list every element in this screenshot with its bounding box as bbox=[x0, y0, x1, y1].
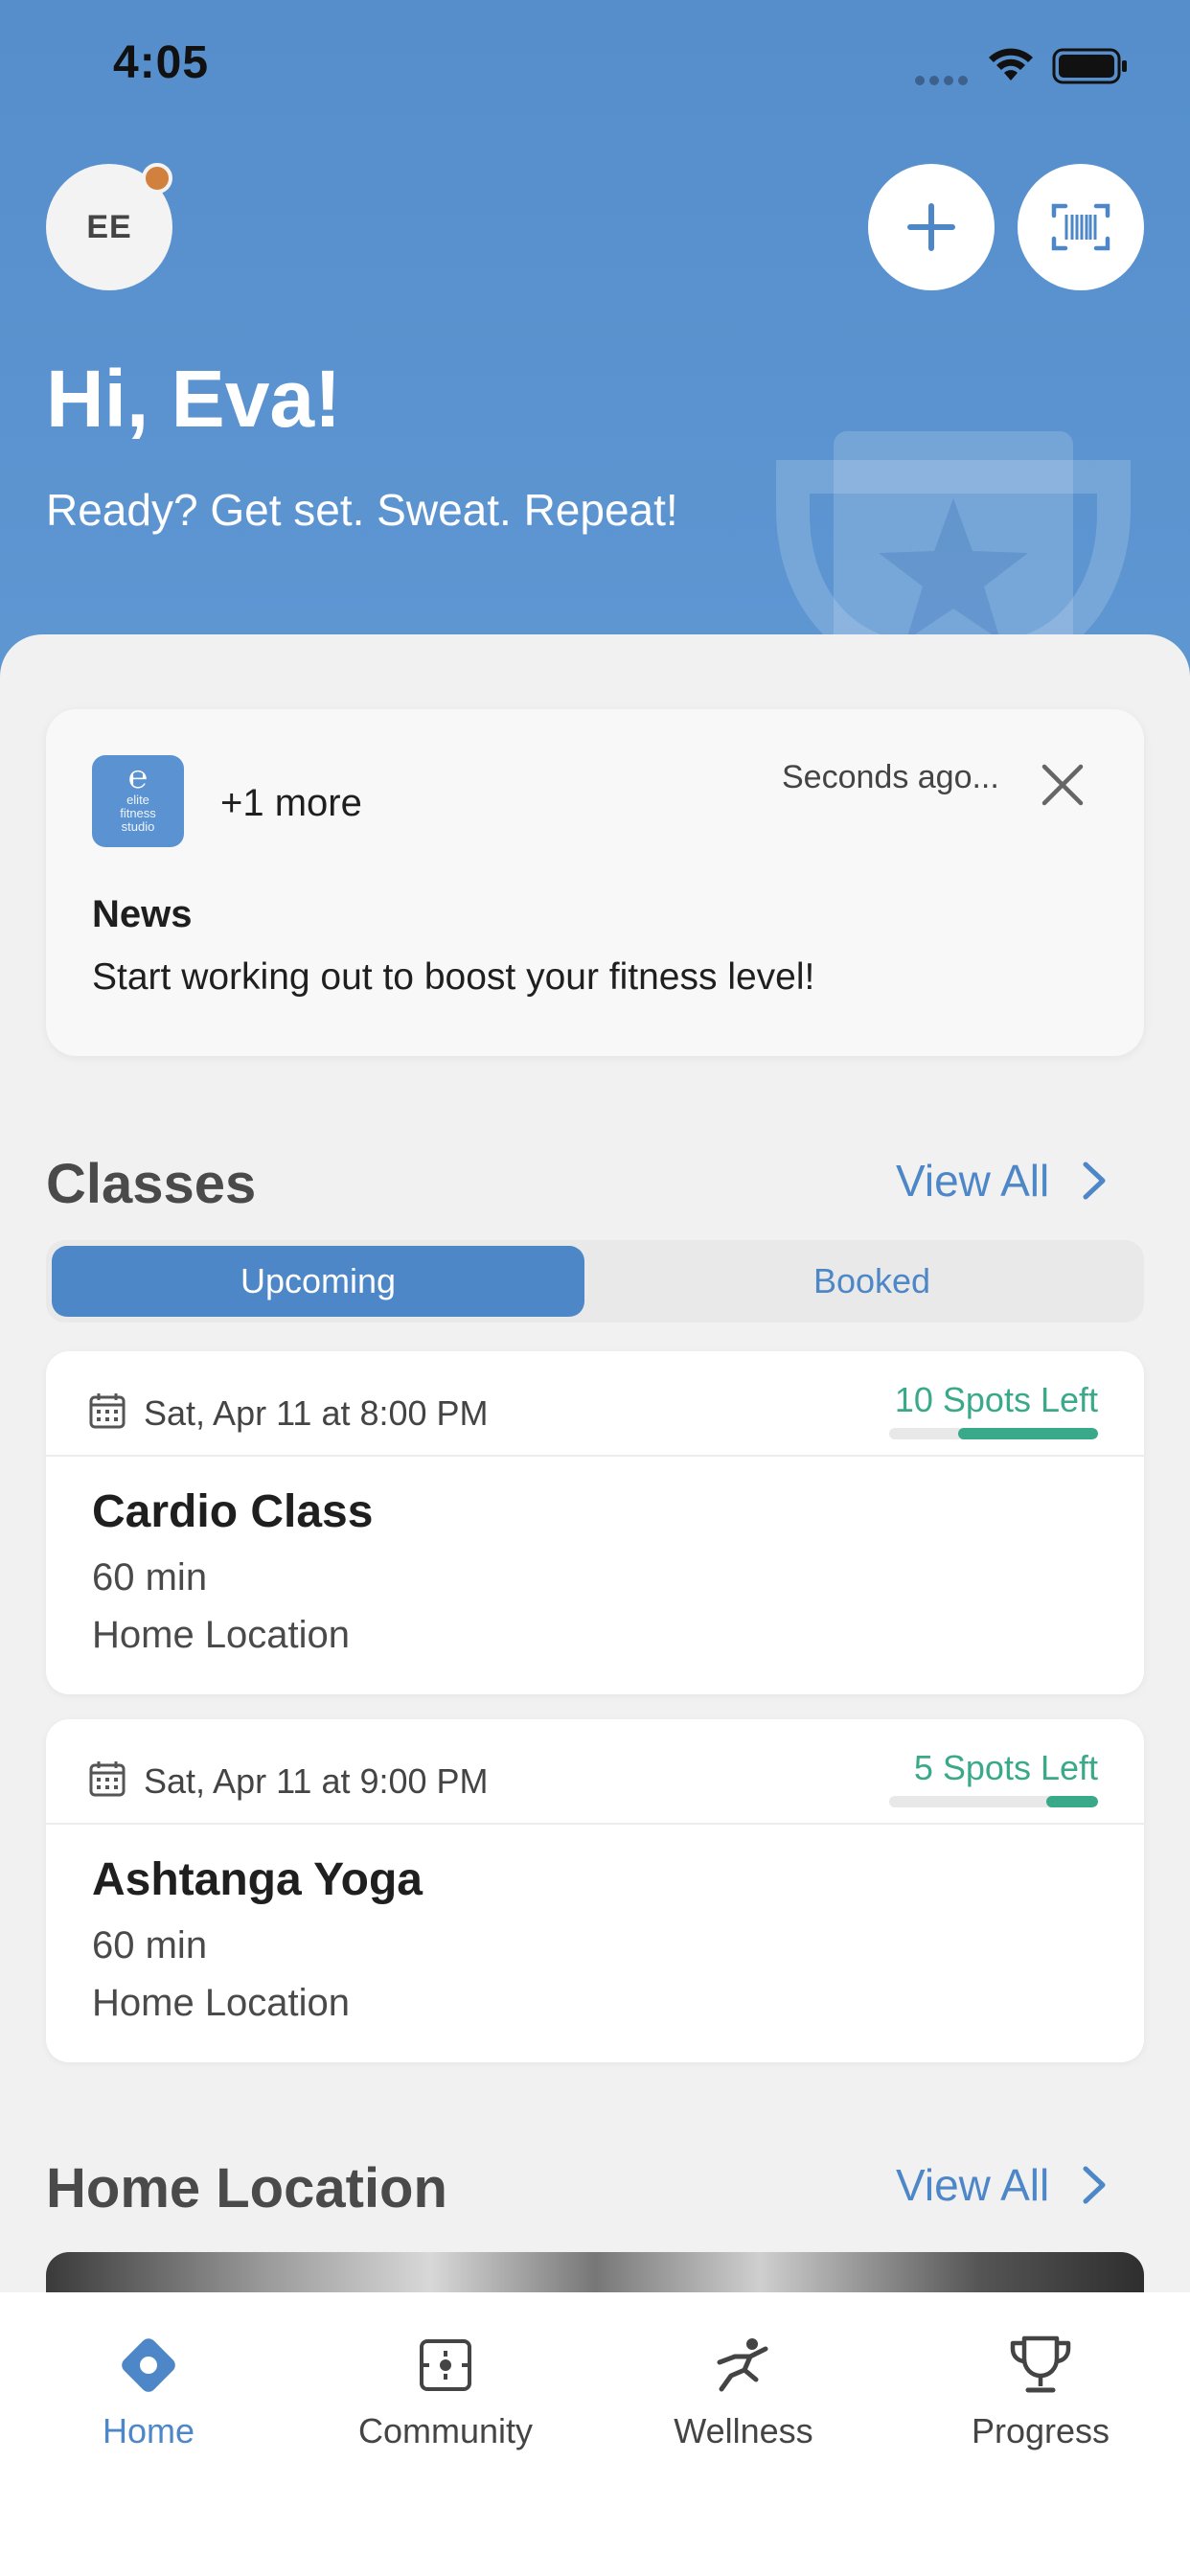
spots-progress-fill bbox=[957, 1428, 1098, 1439]
tab-community[interactable]: Community bbox=[302, 2327, 589, 2451]
chevron-right-icon bbox=[1083, 2166, 1106, 2204]
home-location-section-title: Home Location bbox=[46, 2157, 447, 2220]
tab-home[interactable]: Home bbox=[5, 2327, 292, 2451]
wifi-icon bbox=[989, 48, 1033, 80]
status-bar: 4:05 bbox=[0, 0, 1190, 134]
calendar-icon bbox=[89, 1761, 126, 1797]
news-timestamp: Seconds ago... bbox=[782, 759, 999, 795]
class-date: Sat, Apr 11 at 9:00 PM bbox=[144, 1761, 489, 1801]
tab-community-label: Community bbox=[357, 2411, 534, 2450]
calendar-icon bbox=[89, 1393, 126, 1429]
runner-icon bbox=[717, 2338, 768, 2392]
battery-icon bbox=[1052, 48, 1127, 84]
news-title: News bbox=[92, 893, 193, 935]
tab-home-label: Home bbox=[102, 2411, 195, 2450]
tab-upcoming[interactable]: Upcoming bbox=[52, 1246, 584, 1317]
spots-left: 5 Spots Left bbox=[913, 1748, 1098, 1787]
tagline: Ready? Get set. Sweat. Repeat! bbox=[46, 485, 678, 535]
news-more-label: +1 more bbox=[220, 782, 362, 824]
greeting-title: Hi, Eva! bbox=[46, 354, 342, 444]
class-name: Ashtanga Yoga bbox=[92, 1854, 423, 1905]
community-board-icon bbox=[420, 2339, 471, 2391]
close-icon[interactable] bbox=[1041, 763, 1085, 807]
avatar-initials: EE bbox=[86, 208, 132, 245]
spots-progress-fill bbox=[1045, 1796, 1098, 1807]
tab-booked[interactable]: Booked bbox=[606, 1246, 1138, 1317]
spots-left: 10 Spots Left bbox=[894, 1380, 1098, 1419]
bottom-tab-bar: Home Community Wellness Progress bbox=[0, 2292, 1190, 2576]
class-card-header: Sat, Apr 11 at 9:00 PM 5 Spots Left bbox=[46, 1719, 1144, 1825]
news-card[interactable]: ℮ elite fitness studio +1 more Seconds ago… bbox=[46, 709, 1144, 1056]
class-duration: 60 min bbox=[92, 1556, 208, 1598]
plus-icon bbox=[907, 203, 955, 251]
spots-progress-bar bbox=[889, 1428, 1098, 1439]
studio-logo: ℮ elite fitness studio bbox=[92, 755, 184, 847]
view-all-label: View All bbox=[896, 1156, 1050, 1206]
header-banner: 4:05 EE Hi, Eva! Ready? Get set. Sweat. … bbox=[0, 0, 1190, 728]
tab-wellness[interactable]: Wellness bbox=[600, 2327, 887, 2451]
classes-section-title: Classes bbox=[46, 1153, 257, 1215]
tab-progress[interactable]: Progress bbox=[897, 2327, 1184, 2451]
class-card[interactable]: Sat, Apr 11 at 9:00 PM 5 Spots Left Asht… bbox=[46, 1719, 1144, 2062]
class-date: Sat, Apr 11 at 8:00 PM bbox=[144, 1393, 489, 1433]
home-location-view-all-link[interactable]: View All bbox=[896, 2159, 1107, 2211]
tab-wellness-label: Wellness bbox=[674, 2411, 813, 2450]
chevron-right-icon bbox=[1083, 1162, 1106, 1200]
class-location: Home Location bbox=[92, 1614, 351, 1656]
class-card-header: Sat, Apr 11 at 8:00 PM 10 Spots Left bbox=[46, 1351, 1144, 1457]
add-button[interactable] bbox=[868, 164, 995, 290]
spots-progress-bar bbox=[889, 1796, 1098, 1807]
barcode-scan-icon bbox=[1051, 203, 1110, 251]
home-diamond-icon bbox=[122, 2338, 175, 2392]
tab-progress-label: Progress bbox=[971, 2411, 1110, 2450]
status-time: 4:05 bbox=[113, 37, 210, 88]
class-name: Cardio Class bbox=[92, 1486, 374, 1537]
class-location: Home Location bbox=[92, 1982, 351, 2024]
trophy-icon bbox=[1010, 2335, 1071, 2393]
view-all-label: View All bbox=[896, 2160, 1050, 2210]
classes-segmented-control: Upcoming Booked bbox=[46, 1240, 1144, 1322]
class-card[interactable]: Sat, Apr 11 at 8:00 PM 10 Spots Left Car… bbox=[46, 1351, 1144, 1694]
classes-view-all-link[interactable]: View All bbox=[896, 1155, 1107, 1207]
class-duration: 60 min bbox=[92, 1924, 208, 1966]
cellular-signal-icon bbox=[915, 73, 973, 90]
notification-dot bbox=[142, 163, 172, 194]
scan-button[interactable] bbox=[1018, 164, 1144, 290]
news-body: Start working out to boost your fitness … bbox=[92, 956, 815, 998]
